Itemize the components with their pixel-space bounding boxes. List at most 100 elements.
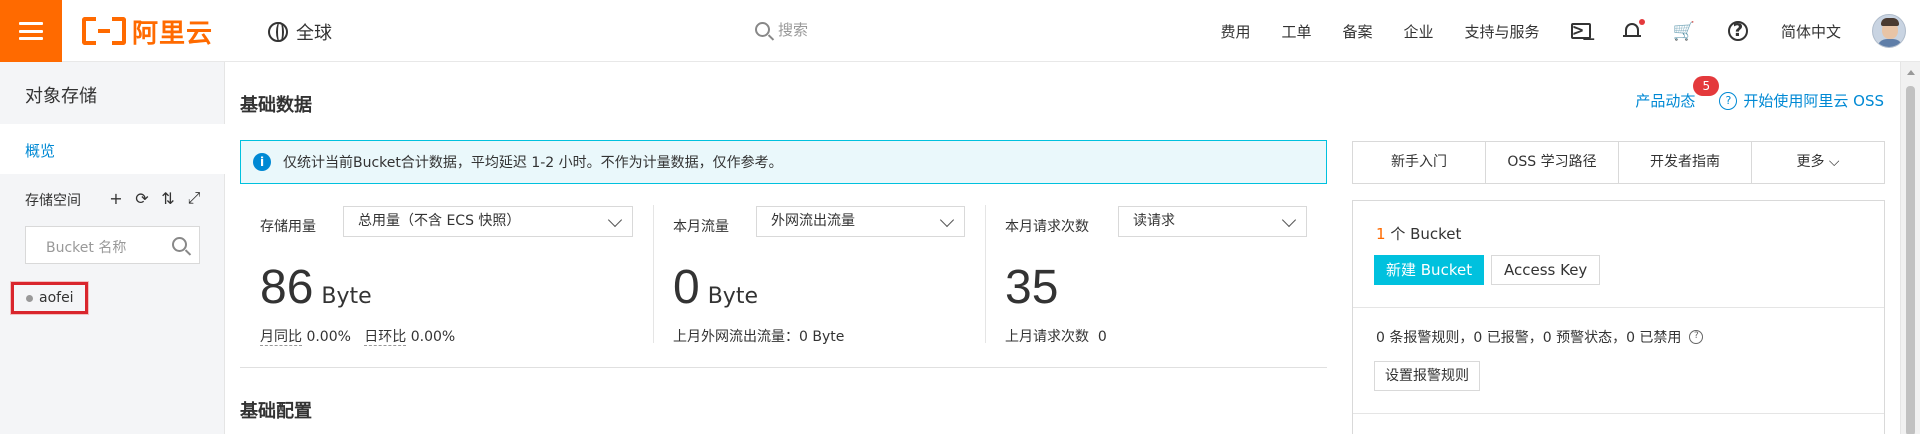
info-banner: i 仅统计当前Bucket合计数据，平均延迟 1-2 小时。不作为计量数据，仅作… <box>240 140 1327 184</box>
request-type-select[interactable]: 读请求 <box>1118 206 1307 237</box>
divider <box>985 205 986 343</box>
expand-icon[interactable]: ⤢ <box>186 188 202 208</box>
bucket-toolbar: + ⟳ ⇅ ⤢ <box>108 188 212 208</box>
refresh-icon[interactable]: ⟳ <box>134 189 150 208</box>
set-alarm-button[interactable]: 设置报警规则 <box>1374 361 1480 391</box>
logo-mark-icon <box>82 17 126 45</box>
global-search[interactable]: 搜索 <box>755 19 808 40</box>
requests-value: 35 <box>1005 260 1058 315</box>
region-label: 全球 <box>296 23 332 44</box>
add-icon[interactable]: + <box>108 189 124 208</box>
storage-type-select[interactable]: 总用量（不含 ECS 快照） <box>343 206 633 237</box>
chevron-down-icon <box>1281 212 1297 228</box>
search-placeholder: 搜索 <box>778 21 809 39</box>
alarm-summary: 0 条报警规则，0 已报警，0 预警状态，0 已禁用 ? <box>1376 327 1704 347</box>
cart-icon[interactable]: 🛒 <box>1673 21 1695 42</box>
help-icon[interactable]: ? <box>1689 330 1704 344</box>
sidebar-title: 对象存储 <box>25 86 97 107</box>
page-title: 基础数据 <box>240 95 312 116</box>
mom-value: 0.00% <box>410 329 456 345</box>
storage-label: 存储用量 <box>260 219 316 235</box>
requests-last-month-label: 上月请求次数 <box>1005 329 1089 345</box>
bell-icon[interactable] <box>1622 19 1645 40</box>
sidebar: 对象存储 概览 存储空间 + ⟳ ⇅ ⤢ Bucket 名称 aofei <box>0 62 225 434</box>
storage-compare: 月同比 0.00% 日环比 0.00% <box>260 326 455 346</box>
product-news-link[interactable]: 产品动态 5 <box>1635 76 1720 111</box>
tab-more[interactable]: 更多 ⌵ <box>1752 142 1884 183</box>
divider <box>1353 307 1884 308</box>
requests-number: 35 <box>1005 261 1059 314</box>
divider <box>1353 413 1884 414</box>
bucket-search-placeholder: Bucket 名称 <box>46 240 127 256</box>
scrollbar-thumb[interactable] <box>1906 86 1915 434</box>
tab-learning-path[interactable]: OSS 学习路径 <box>1486 142 1619 183</box>
traffic-label: 本月流量 <box>673 219 729 235</box>
traffic-last-month: 上月外网流出流量：0 Byte <box>673 329 845 345</box>
avatar[interactable] <box>1872 14 1906 48</box>
divider <box>653 205 654 343</box>
section-title-config: 基础配置 <box>240 401 312 422</box>
alarm-text: 0 条报警规则，0 已报警，0 预警状态，0 已禁用 <box>1376 330 1682 346</box>
chevron-down-icon <box>607 212 623 228</box>
bucket-count: 1 个 Bucket <box>1376 223 1461 244</box>
requests-last-month: 上月请求次数 0 <box>1005 326 1107 346</box>
nav-icp[interactable]: 备案 <box>1343 21 1373 42</box>
globe-icon <box>268 22 288 42</box>
nav-enterprise[interactable]: 企业 <box>1404 21 1434 42</box>
menu-icon[interactable] <box>0 0 62 62</box>
scrollbar[interactable] <box>1900 62 1920 434</box>
traffic-type-select[interactable]: 外网流出流量 <box>756 206 965 237</box>
request-type-value: 读请求 <box>1133 213 1175 229</box>
access-key-button[interactable]: Access Key <box>1491 255 1601 285</box>
bucket-summary-card: 1 个 Bucket 新建 Bucket Access Key 0 条报警规则，… <box>1352 200 1885 434</box>
bucket-count-number: 1 <box>1376 225 1386 243</box>
storage-unit: Byte <box>321 284 372 309</box>
sidebar-item-overview[interactable]: 概览 <box>0 124 225 174</box>
yoy-value: 0.00% <box>306 329 351 345</box>
tab-developer-guide[interactable]: 开发者指南 <box>1619 142 1752 183</box>
storage-value: 86 Byte <box>260 260 372 315</box>
bucket-count-suffix: 个 Bucket <box>1385 225 1462 243</box>
storage-number: 86 <box>260 261 314 314</box>
traffic-value: 0 Byte <box>673 260 758 315</box>
bucket-list-item[interactable]: aofei <box>11 282 88 314</box>
help-tabs: 新手入门 OSS 学习路径 开发者指南 更多 ⌵ <box>1352 141 1885 184</box>
search-icon[interactable] <box>172 237 187 252</box>
get-started-link[interactable]: 开始使用阿里云 OSS <box>1743 90 1884 111</box>
sort-icon[interactable]: ⇅ <box>160 189 176 208</box>
info-icon: i <box>253 153 271 171</box>
region-selector[interactable]: 全球 <box>268 19 332 45</box>
news-badge: 5 <box>1693 76 1720 96</box>
bucket-search-input[interactable]: Bucket 名称 <box>25 226 200 264</box>
sidebar-item-label: 概览 <box>25 142 56 160</box>
language-switch[interactable]: 简体中文 <box>1781 21 1841 42</box>
nav-support[interactable]: 支持与服务 <box>1465 21 1540 42</box>
chevron-down-icon <box>939 212 955 228</box>
info-text: 仅统计当前Bucket合计数据，平均延迟 1-2 小时。不作为计量数据，仅作参考… <box>283 155 783 171</box>
top-nav: 费用 工单 备案 企业 支持与服务 >_ 🛒 ? 简体中文 <box>1220 0 1920 62</box>
create-bucket-button[interactable]: 新建 Bucket <box>1374 255 1485 285</box>
bucket-name: aofei <box>39 290 74 306</box>
requests-label: 本月请求次数 <box>1005 219 1089 235</box>
scroll-up-icon[interactable] <box>1907 70 1915 75</box>
chevron-down-icon: ⌵ <box>1824 154 1840 170</box>
traffic-number: 0 <box>673 261 700 314</box>
section-divider <box>240 367 1327 368</box>
notification-dot <box>1638 19 1645 25</box>
tab-getting-started[interactable]: 新手入门 <box>1353 142 1486 183</box>
traffic-type-value: 外网流出流量 <box>771 213 855 229</box>
bucket-section-label: 存储空间 <box>25 193 81 209</box>
yoy-label[interactable]: 月同比 <box>260 329 302 346</box>
traffic-unit: Byte <box>707 284 758 309</box>
mom-label[interactable]: 日环比 <box>364 329 407 346</box>
help-icon[interactable]: ? <box>1727 21 1748 41</box>
search-icon <box>755 22 770 37</box>
top-links: 产品动态 5 ? 开始使用阿里云 OSS <box>1635 76 1884 111</box>
aliyun-logo[interactable]: 阿里云 <box>82 13 213 49</box>
nav-tickets[interactable]: 工单 <box>1282 21 1312 42</box>
logo-text: 阿里云 <box>132 18 214 49</box>
top-bar: 阿里云 全球 搜索 费用 工单 备案 企业 支持与服务 >_ 🛒 ? 简体中文 <box>0 0 1920 62</box>
storage-type-value: 总用量（不含 ECS 快照） <box>358 213 521 229</box>
terminal-icon[interactable]: >_ <box>1570 22 1594 40</box>
nav-billing[interactable]: 费用 <box>1220 21 1250 42</box>
